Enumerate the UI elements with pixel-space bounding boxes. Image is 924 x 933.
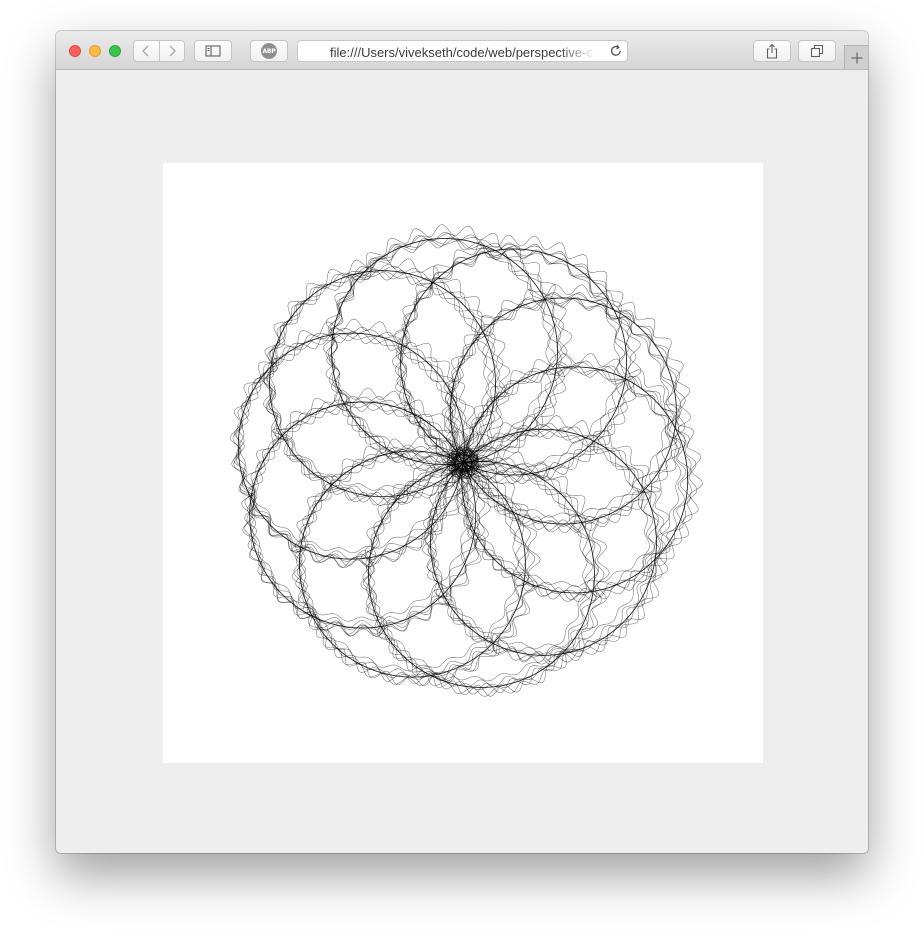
rosette-petal-stroke [232,326,474,569]
address-bar[interactable]: file:///Users/vivekseth/code/web/perspec… [297,40,628,62]
history-nav-group [133,40,185,62]
rosette-petal-stroke [233,331,468,567]
sidebar-icon [205,45,221,57]
tab-overview-button[interactable] [798,40,836,62]
share-icon [766,43,778,59]
chevron-right-icon [169,45,176,57]
rosette-petal-circle [249,401,477,629]
forward-button[interactable] [158,41,185,61]
share-button[interactable] [753,40,791,62]
rosette-petal-stroke [445,296,681,531]
drawing-canvas [163,163,763,763]
rosette-petal-stroke [332,239,551,459]
minimize-window-button[interactable] [89,45,101,57]
chevron-left-icon [142,45,149,57]
rosette-petal-stroke [441,283,692,534]
browser-toolbar: ABP file:///Users/vivekseth/code/web/per… [56,31,868,70]
back-button[interactable] [134,41,159,61]
rosette-petal-stroke [238,333,458,554]
close-window-button[interactable] [69,45,81,57]
rosette-petal-stroke [461,367,682,587]
rosette-drawing [229,224,703,697]
adblock-button[interactable]: ABP [250,40,288,62]
rosette-petal-stroke [456,360,698,602]
fullscreen-window-button[interactable] [109,45,121,57]
sidebar-button[interactable] [194,40,232,62]
plus-icon [851,52,862,63]
address-url: file:///Users/vivekseth/code/web/perspec… [330,45,593,60]
tab-overview-icon [810,44,824,58]
adblock-plus-icon: ABP [261,43,277,59]
page-viewport [56,70,868,853]
browser-window: ABP file:///Users/vivekseth/code/web/per… [56,31,868,853]
new-tab-button[interactable] [844,45,868,69]
reload-icon[interactable] [609,44,623,58]
